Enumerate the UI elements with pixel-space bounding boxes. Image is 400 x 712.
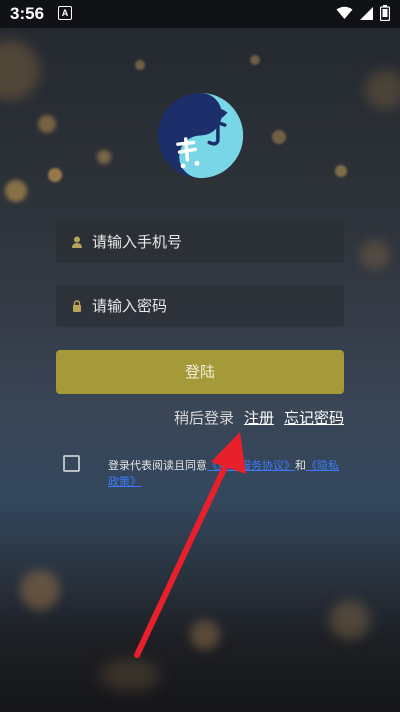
- wifi-icon: [336, 6, 353, 19]
- bokeh-light: [135, 60, 145, 70]
- service-agreement-link[interactable]: 《用户服务协议》: [207, 459, 295, 472]
- phone-input[interactable]: [92, 221, 332, 263]
- login-later-link[interactable]: 稍后登录: [174, 407, 234, 428]
- app-logo: [157, 92, 244, 179]
- status-bar: 3:56 A: [0, 0, 400, 28]
- bokeh-light: [360, 240, 390, 270]
- notification-icon: A: [58, 6, 72, 20]
- bokeh-light: [272, 130, 286, 144]
- bokeh-light: [20, 570, 60, 610]
- bokeh-light: [48, 168, 62, 182]
- bokeh-light: [97, 150, 111, 164]
- agreement-prefix: 登录代表阅读且同意: [108, 459, 207, 472]
- login-button[interactable]: 登陆: [56, 350, 344, 394]
- bokeh-light: [190, 620, 220, 650]
- bokeh-light: [335, 165, 347, 177]
- phone-field[interactable]: [56, 221, 344, 263]
- bokeh-light: [330, 600, 370, 640]
- bokeh-light: [250, 55, 260, 65]
- signal-icon: [360, 6, 373, 20]
- bokeh-light: [365, 70, 400, 110]
- agreement-and: 和: [295, 459, 306, 472]
- bokeh-light: [0, 40, 40, 100]
- status-icons: [336, 5, 390, 21]
- status-time: 3:56: [10, 4, 45, 23]
- bokeh-light: [100, 660, 160, 690]
- lock-icon: [73, 300, 81, 312]
- battery-icon: [380, 5, 390, 21]
- register-link[interactable]: 注册: [244, 407, 274, 428]
- agreement-text: 登录代表阅读且同意《用户服务协议》和《隐私政策》: [108, 458, 348, 490]
- auth-links: 稍后登录 注册 忘记密码: [174, 407, 344, 428]
- bokeh-light: [38, 115, 56, 133]
- yin-yang-logo-icon: [157, 92, 244, 179]
- user-icon: [72, 236, 82, 248]
- forgot-password-link[interactable]: 忘记密码: [284, 407, 344, 428]
- agreement-checkbox[interactable]: [63, 455, 80, 472]
- password-input[interactable]: [92, 285, 332, 327]
- bokeh-light: [5, 180, 27, 202]
- password-field[interactable]: [56, 285, 344, 327]
